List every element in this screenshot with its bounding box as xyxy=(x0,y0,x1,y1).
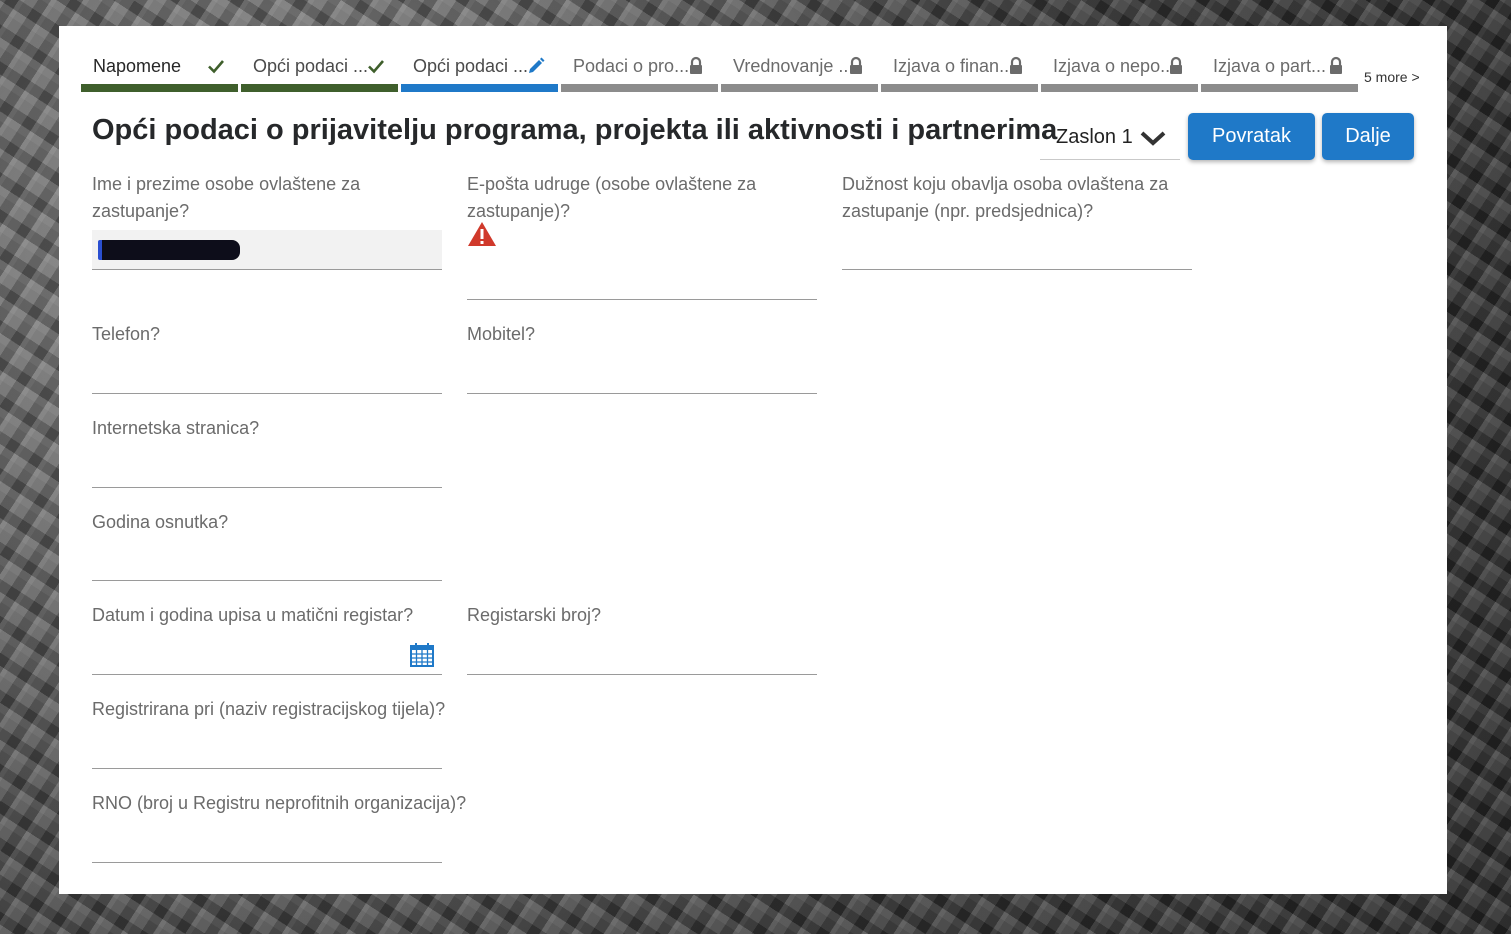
step-izjava-o-nepostojanju[interactable]: Izjava o nepo... xyxy=(1041,48,1198,92)
field-registered-at: Registrirana pri (naziv registracijskog … xyxy=(92,696,472,769)
warning-icon xyxy=(468,222,496,246)
field-email: E-pošta udruge (osobe ovlaštene za zastu… xyxy=(467,171,817,300)
field-registry-number: Registarski broj? xyxy=(467,602,817,675)
back-button[interactable]: Povratak xyxy=(1188,113,1315,160)
step-opci-podaci-2[interactable]: Opći podaci ... xyxy=(401,48,558,92)
page-title: Opći podaci o prijavitelju programa, pro… xyxy=(92,114,1058,146)
field-label: Dužnost koju obavlja osoba ovlaštena za … xyxy=(842,174,1169,221)
field-label: Ime i prezime osobe ovlaštene za zastupa… xyxy=(92,174,361,221)
more-steps-link[interactable]: 5 more > xyxy=(1364,69,1420,85)
check-icon xyxy=(368,60,384,74)
check-icon xyxy=(208,60,224,74)
registry-date-input[interactable] xyxy=(92,635,442,675)
step-opci-podaci-1[interactable]: Opći podaci ... xyxy=(241,48,398,92)
mobile-input[interactable] xyxy=(467,354,817,394)
step-podaci-o-programu[interactable]: Podaci o pro... xyxy=(561,48,718,92)
lock-icon xyxy=(1170,56,1182,74)
step-label: Vrednovanje ... xyxy=(733,56,854,76)
step-vrednovanje[interactable]: Vrednovanje ... xyxy=(721,48,878,92)
redacted-value xyxy=(98,240,240,260)
pencil-icon xyxy=(529,57,545,73)
lock-icon xyxy=(1010,56,1022,74)
website-input[interactable] xyxy=(92,448,442,488)
lock-icon xyxy=(690,56,702,74)
calendar-icon[interactable] xyxy=(410,643,434,667)
registered-at-input[interactable] xyxy=(92,729,442,769)
duty-input[interactable] xyxy=(842,230,1192,270)
step-label: Izjava o part... xyxy=(1213,56,1327,76)
step-progress: Napomene Opći podaci ... Opći podaci ...… xyxy=(81,48,1425,94)
name-input[interactable] xyxy=(92,230,442,270)
field-label: Mobitel? xyxy=(467,324,536,344)
step-label: Podaci o pro... xyxy=(573,56,690,76)
lock-icon xyxy=(850,56,862,74)
field-label: Registarski broj? xyxy=(467,605,602,625)
step-izjava-o-partnerstvu[interactable]: Izjava o part... xyxy=(1201,48,1358,92)
field-name: Ime i prezime osobe ovlaštene za zastupa… xyxy=(92,171,442,270)
screen-select-value: Zaslon 1 xyxy=(1056,126,1133,148)
phone-input[interactable] xyxy=(92,354,442,394)
step-label: Izjava o nepo... xyxy=(1053,56,1176,76)
field-label: RNO (broj u Registru neprofitnih organiz… xyxy=(92,793,467,813)
registry-number-input[interactable] xyxy=(467,635,817,675)
email-input[interactable] xyxy=(467,260,817,300)
step-izjava-o-financiranju[interactable]: Izjava o finan... xyxy=(881,48,1038,92)
field-label: Registrirana pri (naziv registracijskog … xyxy=(92,699,446,719)
rno-input[interactable] xyxy=(92,823,442,863)
step-label: Opći podaci ... xyxy=(413,56,529,76)
field-label: Telefon? xyxy=(92,324,161,344)
field-duty: Dužnost koju obavlja osoba ovlaštena za … xyxy=(842,171,1192,270)
form-card: Napomene Opći podaci ... Opći podaci ...… xyxy=(59,26,1447,894)
lock-icon xyxy=(1330,56,1342,74)
field-mobile: Mobitel? xyxy=(467,321,817,394)
field-label: Godina osnutka? xyxy=(92,512,229,532)
next-button[interactable]: Dalje xyxy=(1322,113,1414,160)
founding-year-input[interactable] xyxy=(92,541,442,581)
field-website: Internetska stranica? xyxy=(92,415,442,488)
step-label: Opći podaci ... xyxy=(253,56,369,76)
field-label: Internetska stranica? xyxy=(92,418,260,438)
field-label: E-pošta udruge (osobe ovlaštene za zastu… xyxy=(467,174,757,221)
screen-select[interactable]: Zaslon 1 xyxy=(1040,116,1180,160)
field-label: Datum i godina upisa u matični registar? xyxy=(92,605,414,625)
step-napomene[interactable]: Napomene xyxy=(81,48,238,92)
field-registry-date: Datum i godina upisa u matični registar? xyxy=(92,602,442,675)
field-rno: RNO (broj u Registru neprofitnih organiz… xyxy=(92,790,472,863)
step-label: Napomene xyxy=(93,56,182,76)
chevron-down-icon xyxy=(1140,131,1166,146)
field-phone: Telefon? xyxy=(92,321,442,394)
step-label: Izjava o finan... xyxy=(893,56,1015,76)
field-founding-year: Godina osnutka? xyxy=(92,509,442,581)
